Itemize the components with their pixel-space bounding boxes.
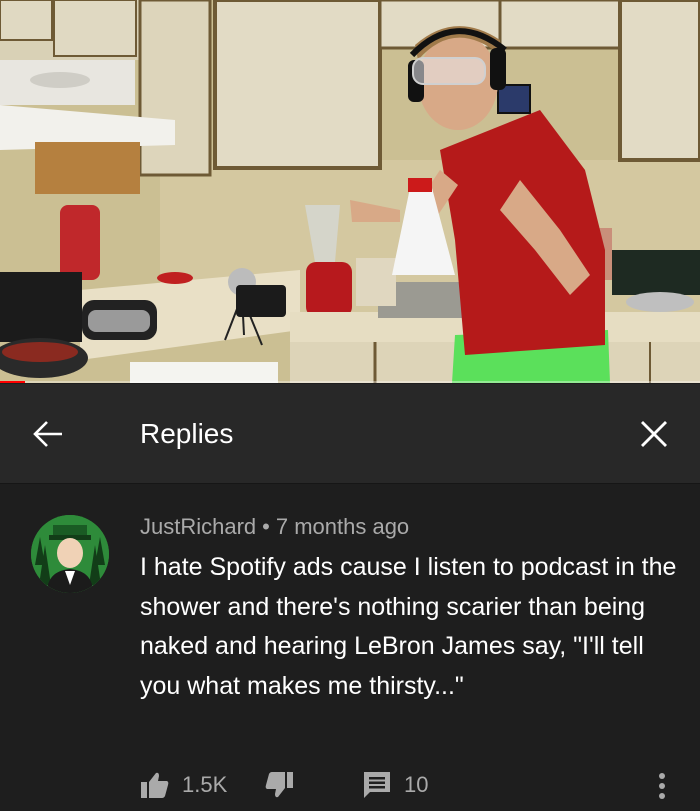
video-progress-bar[interactable] <box>0 381 700 383</box>
close-icon <box>641 421 667 447</box>
thumbs-down-icon <box>265 772 293 798</box>
comment-item: JustRichard • 7 months ago I hate Spotify … <box>0 484 700 811</box>
more-vertical-icon <box>659 773 665 799</box>
more-options-button[interactable] <box>652 770 672 802</box>
comment-text: I hate Spotify ads cause I listen to pod… <box>140 553 677 700</box>
arrow-left-icon <box>33 421 62 447</box>
video-player[interactable] <box>0 0 700 383</box>
video-progress-fill <box>0 381 26 383</box>
comment-icon <box>364 772 390 798</box>
comment-time: 7 months ago <box>275 514 410 539</box>
replies-title: Replies <box>140 418 234 449</box>
like-button[interactable]: 1.5K <box>140 770 227 800</box>
comment-author[interactable]: JustRichard <box>140 514 256 539</box>
close-button[interactable] <box>630 410 678 458</box>
replies-header: Replies <box>0 384 700 483</box>
comment-meta: JustRichard • 7 months ago <box>140 514 409 540</box>
meta-separator: • <box>262 514 270 539</box>
like-count: 1.5K <box>182 772 228 797</box>
video-frame-kitchen-scene <box>0 0 700 383</box>
back-button[interactable] <box>24 410 72 458</box>
avatar-image <box>31 515 109 593</box>
reply-count: 10 <box>404 772 429 797</box>
dislike-button[interactable] <box>264 770 294 800</box>
thumbs-up-icon <box>141 772 169 798</box>
reply-button[interactable]: 10 <box>362 770 428 800</box>
avatar[interactable] <box>31 515 109 593</box>
